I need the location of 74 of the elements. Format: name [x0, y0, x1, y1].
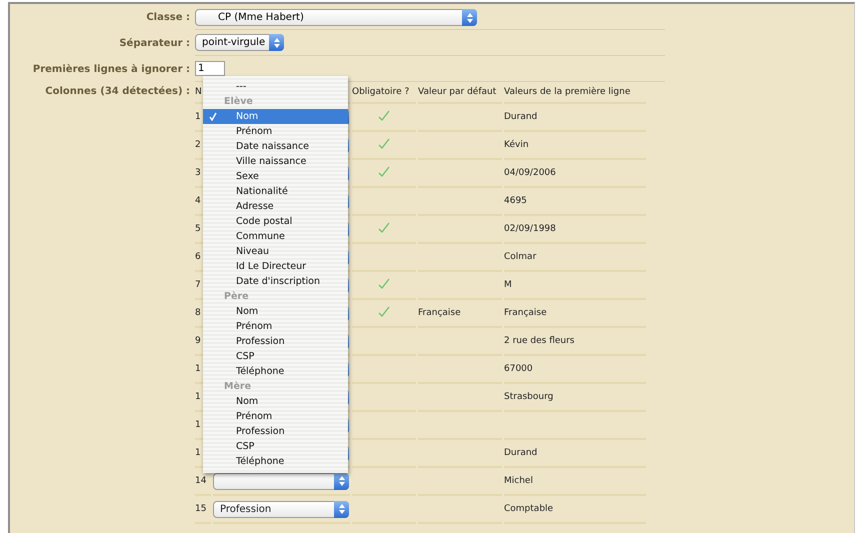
row-number: 7 — [195, 280, 201, 290]
menu-item[interactable]: CSP — [203, 349, 348, 364]
row-number: 1 — [195, 112, 201, 122]
menu-item[interactable]: Commune — [203, 229, 348, 244]
menu-item[interactable]: Sexe — [203, 169, 348, 184]
menu-group-header: Mère — [224, 380, 252, 394]
table-cell: Durand — [504, 448, 538, 458]
table-cell: Comptable — [504, 504, 554, 514]
column-header: Valeur par défaut — [418, 87, 496, 97]
menu-item[interactable]: Prénom — [203, 409, 348, 424]
row-number: 1 — [195, 420, 201, 430]
menu-item[interactable]: Niveau — [203, 244, 348, 259]
row-number: 1 — [195, 392, 201, 402]
table-cell: 4695 — [504, 196, 527, 206]
menu-item[interactable]: Date d'inscription — [203, 274, 348, 289]
table-cell: Française — [418, 308, 461, 318]
input-field[interactable]: 1 — [195, 61, 225, 76]
column-header: Obligatoire ? — [352, 87, 410, 97]
menu-item[interactable]: CSP — [203, 439, 348, 454]
menu-item[interactable]: Téléphone — [203, 364, 348, 379]
stepper-icon — [334, 500, 349, 518]
checkmark-icon — [209, 112, 217, 121]
row-number: 9 — [195, 336, 201, 346]
stepper-icon — [269, 34, 284, 51]
table-cell: Strasbourg — [504, 392, 554, 402]
row-number: 1 — [195, 364, 201, 374]
menu-item[interactable]: Ville naissance — [203, 154, 348, 169]
table-cell: 67000 — [504, 364, 533, 374]
menu-group-header: Père — [224, 290, 249, 304]
menu-item[interactable]: Adresse — [203, 199, 348, 214]
menu-group-header: Elève — [224, 95, 253, 109]
field-label: Colonnes (34 détectées) : — [44, 85, 191, 97]
row-number: 15 — [195, 504, 206, 514]
menu-item[interactable]: Id Le Directeur — [203, 259, 348, 274]
field-select[interactable]: Profession — [213, 500, 349, 518]
stepper-icon — [334, 472, 349, 490]
field-select[interactable] — [213, 472, 349, 490]
row-number: 2 — [195, 140, 201, 150]
column-header: N — [195, 87, 202, 97]
stepper-icon — [462, 9, 477, 26]
table-cell: Michel — [504, 476, 533, 486]
table-cell: Durand — [504, 112, 538, 122]
separator-select[interactable]: point-virgule — [195, 34, 284, 51]
table-cell: 2 rue des fleurs — [504, 336, 574, 346]
table-cell: Kévin — [504, 140, 529, 150]
row-number: 4 — [195, 196, 201, 206]
class-select[interactable]: CP (Mme Habert) — [195, 9, 477, 26]
column-header: Valeurs de la première ligne — [504, 87, 630, 97]
menu-item[interactable]: Nom — [203, 109, 348, 124]
menu-item[interactable]: Nom — [203, 394, 348, 409]
menu-item[interactable]: Profession — [203, 334, 348, 349]
field-label: Classe : — [145, 12, 191, 22]
row-number: 6 — [195, 252, 201, 262]
row-number: 14 — [195, 476, 206, 486]
menu-item[interactable]: Date naissance — [203, 139, 348, 154]
menu-item[interactable]: Téléphone — [203, 454, 348, 469]
menu-item[interactable]: Profession — [203, 424, 348, 439]
table-cell: Française — [504, 308, 547, 318]
row-number: 8 — [195, 308, 201, 318]
field-label: Séparateur : — [118, 38, 191, 48]
row-number: 1 — [195, 448, 201, 458]
menu-item[interactable]: --- — [203, 79, 348, 94]
table-cell: 04/09/2006 — [504, 168, 556, 178]
row-number: 5 — [195, 224, 201, 234]
table-cell: Colmar — [504, 252, 536, 262]
menu-item[interactable]: Code postal — [203, 214, 348, 229]
menu-item[interactable]: Prénom — [203, 124, 348, 139]
menu-item[interactable]: Nationalité — [203, 184, 348, 199]
table-cell: 02/09/1998 — [504, 224, 556, 234]
menu-item[interactable]: Prénom — [203, 319, 348, 334]
table-cell: M — [504, 280, 512, 290]
row-number: 3 — [195, 168, 201, 178]
field-label: Premières lignes à ignorer : — [32, 64, 191, 74]
menu-item[interactable]: Nom — [203, 304, 348, 319]
